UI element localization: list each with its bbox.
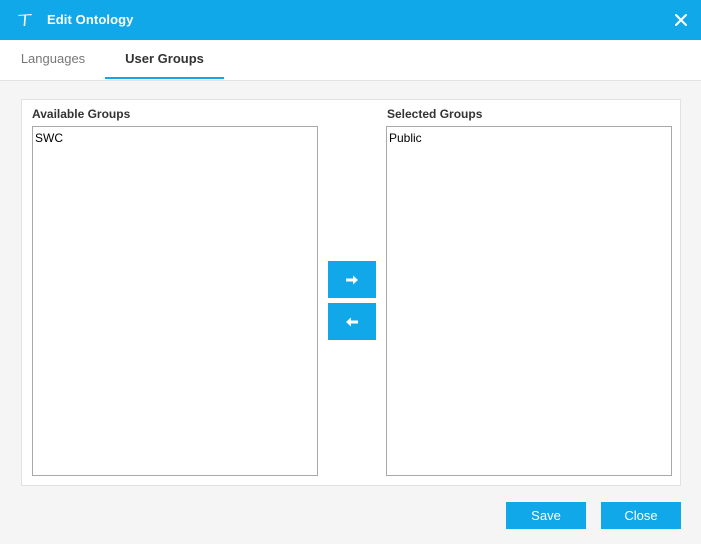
- list-item[interactable]: Public: [387, 127, 671, 145]
- list-item[interactable]: SWC: [33, 127, 317, 145]
- close-icon[interactable]: [671, 10, 691, 30]
- dialog-title: Edit Ontology: [47, 12, 134, 27]
- arrow-right-icon: [346, 275, 358, 284]
- close-button[interactable]: Close: [601, 502, 681, 529]
- dialog-titlebar: Edit Ontology: [0, 0, 701, 40]
- remove-from-selected-button[interactable]: [328, 303, 376, 340]
- add-to-selected-button[interactable]: [328, 261, 376, 298]
- tab-user-groups[interactable]: User Groups: [105, 40, 224, 79]
- save-button[interactable]: Save: [506, 502, 586, 529]
- tab-languages[interactable]: Languages: [8, 40, 98, 77]
- arrow-left-icon: [346, 317, 358, 326]
- app-logo-icon: [18, 14, 32, 26]
- available-groups-list[interactable]: SWC: [32, 126, 318, 476]
- selected-groups-list[interactable]: Public: [386, 126, 672, 476]
- user-groups-panel: Available Groups SWC Selected Groups Pub…: [21, 99, 681, 486]
- selected-groups-label: Selected Groups: [387, 107, 483, 121]
- tab-bar: Languages User Groups: [0, 40, 701, 81]
- available-groups-label: Available Groups: [32, 107, 131, 121]
